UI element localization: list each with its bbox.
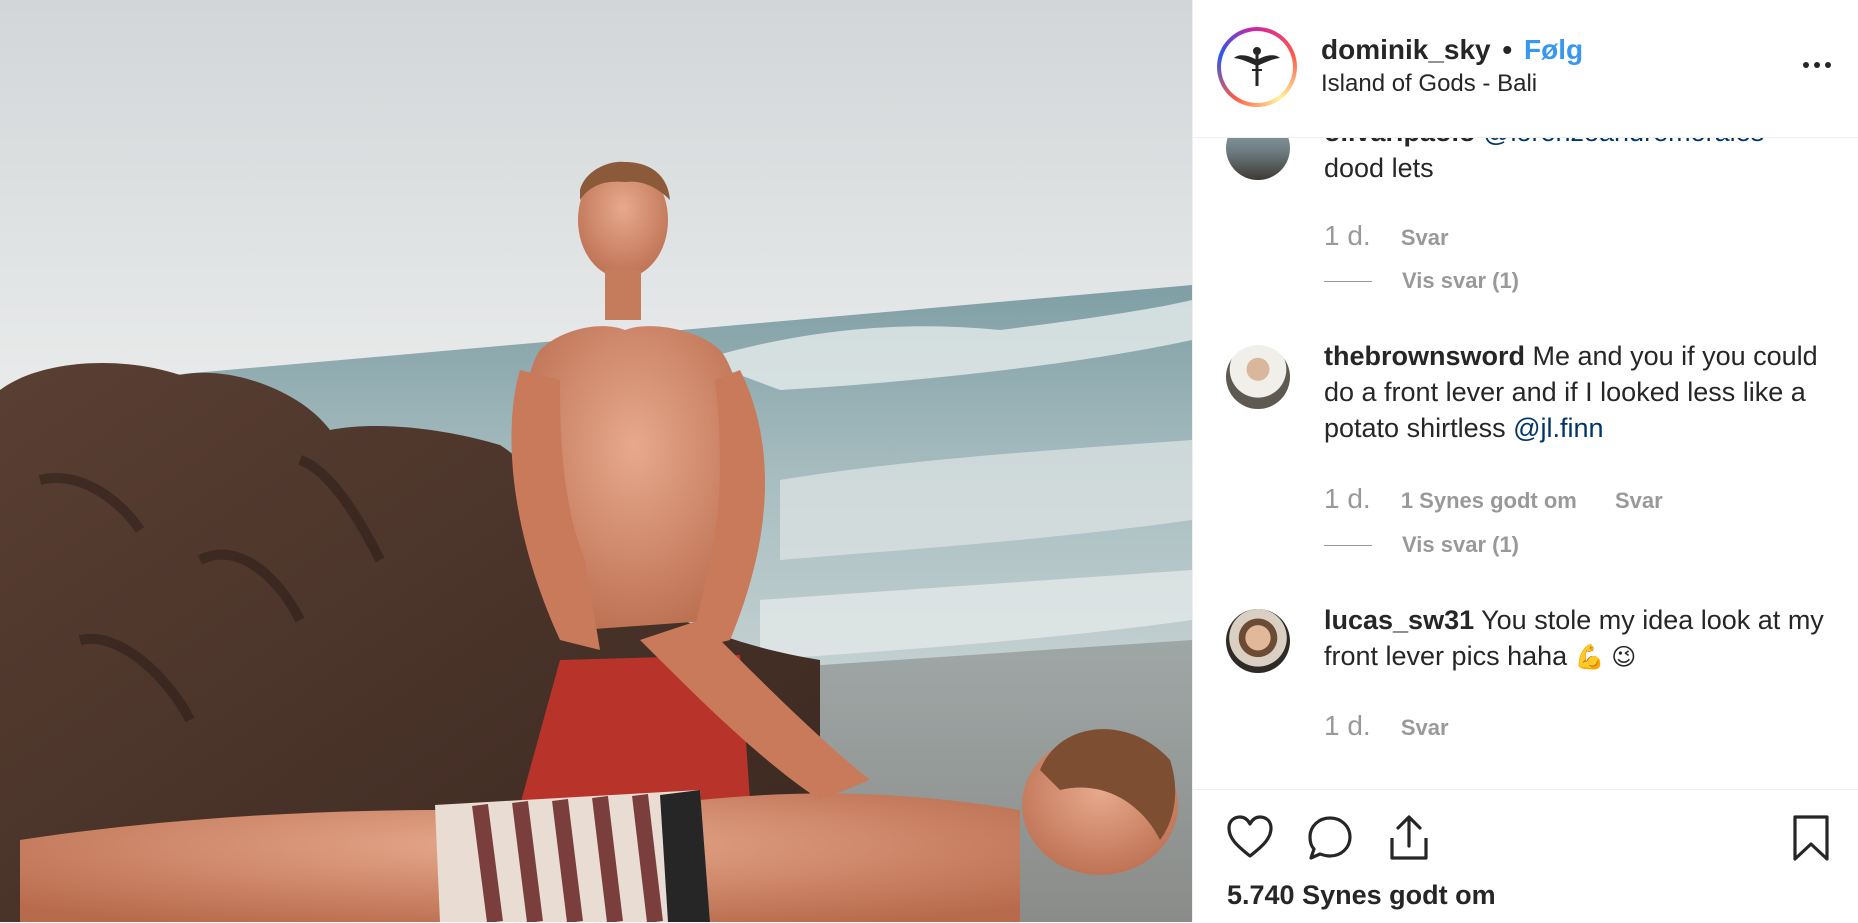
- reply-button[interactable]: Svar: [1401, 225, 1449, 250]
- view-replies-label: Vis svar (1): [1402, 268, 1520, 293]
- comment-text: thebrownsword Me and you if you could do…: [1324, 338, 1824, 446]
- commenter-avatar[interactable]: [1226, 345, 1290, 409]
- header-user-line: dominik_sky • Følg: [1321, 34, 1583, 66]
- comment-likes-count[interactable]: 1 Synes godt om: [1401, 488, 1577, 513]
- bookmark-icon[interactable]: [1791, 814, 1831, 862]
- comment-time[interactable]: 1 d.: [1324, 220, 1371, 251]
- heart-icon[interactable]: [1226, 814, 1274, 860]
- comment-mention[interactable]: @jl.finn: [1513, 413, 1603, 443]
- avatar-logo: [1221, 31, 1293, 103]
- commenter-username[interactable]: lucas_sw31: [1324, 605, 1474, 635]
- comment-time[interactable]: 1 d.: [1324, 710, 1371, 741]
- commenter-username[interactable]: olivaripaolo: [1324, 137, 1476, 147]
- post-location[interactable]: Island of Gods - Bali: [1321, 70, 1537, 98]
- comment-body: dood lets: [1324, 153, 1434, 183]
- comment-emojis: 💪 😉: [1574, 644, 1637, 671]
- replies-line: [1324, 544, 1372, 546]
- view-replies-button[interactable]: Vis svar (1): [1324, 268, 1519, 294]
- view-replies-label: Vis svar (1): [1402, 532, 1520, 557]
- share-icon[interactable]: [1386, 814, 1432, 862]
- reply-button[interactable]: Svar: [1615, 488, 1663, 513]
- comment-time[interactable]: 1 d.: [1324, 483, 1371, 514]
- likes-count[interactable]: 5.740 Synes godt om: [1227, 880, 1496, 911]
- comment-meta: 1 d. 1 Synes godt om Svar: [1324, 483, 1695, 515]
- comment-text: olivaripaolo @lorenzoandremorales dood l…: [1324, 137, 1824, 186]
- reply-button[interactable]: Svar: [1401, 715, 1449, 740]
- commenter-avatar[interactable]: [1226, 609, 1290, 673]
- replies-line: [1324, 280, 1372, 282]
- post-photo[interactable]: [0, 0, 1192, 922]
- comments-list[interactable]: olivaripaolo @lorenzoandremorales dood l…: [1193, 137, 1858, 789]
- post-sidebar: dominik_sky • Følg Island of Gods - Bali…: [1192, 0, 1858, 923]
- comment-icon[interactable]: [1306, 814, 1354, 862]
- header-separator: •: [1502, 34, 1513, 65]
- winged-figure-icon: [1234, 47, 1280, 86]
- more-options-icon[interactable]: [1797, 50, 1837, 80]
- view-replies-button[interactable]: Vis svar (1): [1324, 532, 1519, 558]
- commenter-username[interactable]: thebrownsword: [1324, 341, 1525, 371]
- follow-button[interactable]: Følg: [1524, 34, 1583, 65]
- beach-photo-image: [0, 0, 1192, 922]
- post-header: dominik_sky • Følg Island of Gods - Bali: [1193, 0, 1858, 138]
- comment-text: lucas_sw31 You stole my idea look at my …: [1324, 602, 1824, 676]
- author-username[interactable]: dominik_sky: [1321, 34, 1491, 65]
- commenter-avatar[interactable]: [1226, 137, 1290, 180]
- comment-meta: 1 d. Svar: [1324, 220, 1481, 252]
- comment-meta: 1 d. Svar: [1324, 710, 1481, 742]
- comment-mention[interactable]: @lorenzoandremorales: [1483, 137, 1764, 147]
- author-avatar[interactable]: [1217, 27, 1297, 107]
